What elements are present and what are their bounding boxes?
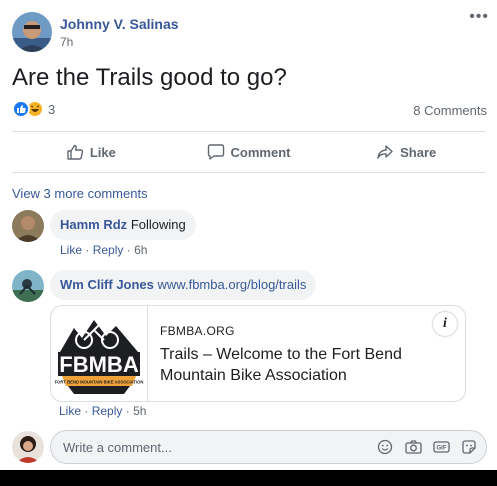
comment-text: Following (130, 217, 186, 232)
comment-item: Wm Cliff Jones www.fbmba.org/blog/trails (12, 270, 317, 302)
comment-author[interactable]: Hamm Rdz (60, 217, 127, 232)
reaction-count: 3 (48, 101, 56, 117)
comment-author[interactable]: Wm Cliff Jones (60, 277, 154, 292)
gif-icon[interactable]: GIF (432, 438, 450, 456)
more-dots-icon[interactable]: ••• (469, 9, 489, 25)
comment-meta-row: Like · Reply · 5h (56, 404, 146, 418)
like-button-label: Like (89, 144, 116, 160)
share-icon (377, 145, 393, 159)
meta-separator: · (84, 404, 89, 418)
commenter-avatar[interactable] (12, 270, 44, 302)
comment-meta: Like · Reply · 5h (56, 404, 146, 418)
link-title[interactable]: Trails – Welcome to the Fort Bend Mounta… (160, 344, 430, 386)
post-timestamp[interactable]: 7h (60, 35, 179, 49)
share-button[interactable]: Share (327, 133, 485, 171)
view-more-comments-link[interactable]: View 3 more comments (12, 186, 148, 201)
emoji-icon[interactable] (376, 438, 394, 456)
current-user-avatar[interactable] (12, 431, 44, 463)
comment-like-link[interactable]: Like (59, 404, 81, 418)
comment-time[interactable]: 6h (134, 243, 147, 257)
reactions-summary[interactable]: 3 (12, 98, 55, 120)
comment-button-label: Comment (230, 144, 291, 160)
comment-button[interactable]: Comment (170, 133, 328, 171)
comment-reply-link[interactable]: Reply (92, 404, 123, 418)
action-bar: Like Comment Share (12, 133, 485, 171)
comment-meta: Like · Reply · 6h (50, 243, 196, 257)
commenter-avatar[interactable] (12, 210, 44, 242)
comment-composer: GIF (12, 430, 487, 464)
comment-item: Hamm Rdz Following Like · Reply · 6h (12, 210, 196, 257)
link-preview-card[interactable]: FBMBA FORT BEND MOUNTAIN BIKE ASSOCIATIO… (50, 305, 466, 402)
info-icon[interactable]: i (433, 312, 457, 336)
comment-input-wrapper: GIF (50, 430, 487, 464)
comment-like-link[interactable]: Like (60, 243, 82, 257)
post-card: Johnny V. Salinas 7h ••• Are the Trails … (0, 0, 497, 470)
comment-link[interactable]: www.fbmba.org/blog/trails (158, 277, 307, 292)
comment-bubble: Wm Cliff Jones www.fbmba.org/blog/trails (50, 270, 317, 300)
meta-separator: · (125, 404, 130, 418)
camera-icon[interactable] (404, 438, 422, 456)
post-text: Are the Trails good to go? (12, 64, 287, 91)
divider (12, 172, 485, 173)
comment-reply-link[interactable]: Reply (93, 243, 124, 257)
like-reaction-icon (12, 100, 30, 118)
comments-count[interactable]: 8 Comments (413, 103, 487, 118)
comment-icon (207, 144, 224, 160)
logo-ribbon-text: FORT BEND MOUNTAIN BIKE ASSOCIATION (55, 379, 144, 384)
link-domain: FBMBA.ORG (160, 324, 235, 338)
meta-separator: · (126, 243, 131, 257)
logo-text: FBMBA (59, 352, 139, 377)
share-button-label: Share (400, 144, 437, 160)
post-header: Johnny V. Salinas 7h (12, 12, 179, 52)
comment-input[interactable] (63, 439, 366, 455)
author-name[interactable]: Johnny V. Salinas (60, 16, 179, 33)
divider (12, 131, 485, 132)
comment-time[interactable]: 5h (133, 404, 146, 418)
like-button[interactable]: Like (12, 133, 170, 171)
meta-separator: · (85, 243, 90, 257)
like-icon (67, 144, 83, 160)
comment-bubble: Hamm Rdz Following (50, 210, 196, 240)
sticker-icon[interactable] (460, 438, 478, 456)
author-avatar[interactable] (12, 12, 52, 52)
svg-text:GIF: GIF (436, 446, 446, 452)
fbmba-logo: FBMBA FORT BEND MOUNTAIN BIKE ASSOCIATIO… (51, 306, 148, 401)
